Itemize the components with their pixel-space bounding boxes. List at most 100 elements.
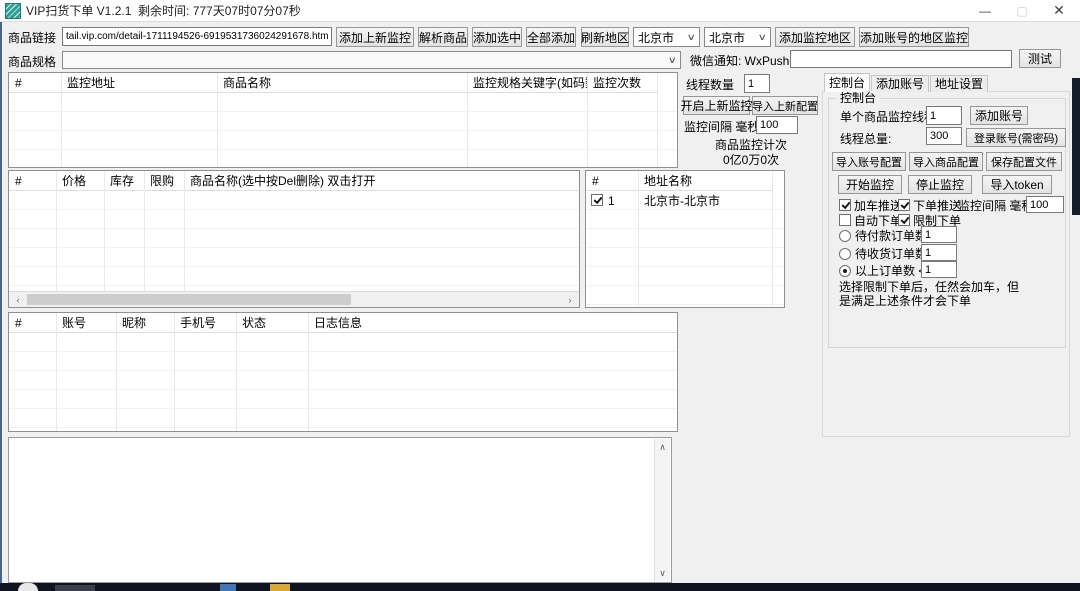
order-push-label[interactable]: 下单推送 (913, 199, 961, 213)
monitor-col-url[interactable]: 监控地址 (61, 73, 217, 93)
v-scrollbar[interactable]: ∧ ∨ (654, 439, 670, 581)
cart-push-label[interactable]: 加车推送 (854, 199, 902, 213)
chevron-down-icon: ∨ (668, 55, 677, 66)
add-selected-button[interactable]: 添加选中 (472, 27, 522, 47)
test-button[interactable]: 测试 (1019, 49, 1061, 68)
close-button[interactable]: ✕ (1042, 0, 1076, 21)
pending-receive-input[interactable] (921, 244, 957, 261)
auto-order-label[interactable]: 自动下单 (854, 214, 902, 228)
account-col-log[interactable]: 日志信息 (308, 313, 677, 333)
above-orders-radio[interactable] (839, 265, 851, 277)
add-new-monitor-button[interactable]: 添加上新监控 (336, 27, 414, 47)
thread-total-input[interactable] (926, 127, 962, 145)
account-col-nickname[interactable]: 昵称 (116, 313, 174, 333)
parse-product-button[interactable]: 解析商品 (418, 27, 468, 47)
account-col-status[interactable]: 状态 (236, 313, 308, 333)
wechat-token-input[interactable] (790, 50, 1012, 68)
product-col-name[interactable]: 商品名称(选中按Del删除) 双击打开 (184, 171, 579, 191)
pending-receive-radio[interactable] (839, 248, 851, 260)
tab-address-settings[interactable]: 地址设置 (930, 75, 988, 92)
product-monitor-counter-title: 商品监控计次 (683, 138, 819, 152)
monitor-interval-input[interactable] (756, 116, 798, 134)
stop-monitor-button[interactable]: 停止监控 (908, 175, 972, 194)
add-monitor-region-button[interactable]: 添加监控地区 (775, 27, 855, 47)
app-window: VIP扫货下单 V1.2.1 剩余时间: 777天07时07分07秒 — ▢ ✕… (0, 0, 1080, 591)
address-col-name[interactable]: 地址名称 (638, 171, 772, 191)
product-link-label: 商品链接 (8, 31, 56, 45)
address-table: # 地址名称 1 北京市-北京市 (585, 170, 785, 308)
product-col-index[interactable]: # (9, 171, 56, 191)
tab-add-account[interactable]: 添加账号 (871, 75, 929, 92)
monitor-col-name[interactable]: 商品名称 (217, 73, 467, 93)
pending-pay-radio[interactable] (839, 230, 851, 242)
import-newitem-config-button[interactable]: 导入上新配置 (752, 96, 818, 115)
account-col-phone[interactable]: 手机号 (174, 313, 236, 333)
refresh-region-button[interactable]: 刷新地区 (581, 27, 629, 47)
address-col-index[interactable]: # (586, 171, 638, 191)
panel-interval-label: 监控间隔 毫秒 (958, 199, 1033, 213)
tab-console[interactable]: 控制台 (824, 73, 870, 92)
h-scrollbar[interactable]: ‹ › (9, 291, 579, 307)
product-spec-select[interactable]: ∨ (62, 51, 681, 69)
product-col-limit[interactable]: 限购 (144, 171, 184, 191)
login-account-button[interactable]: 登录账号(需密码) (966, 128, 1066, 147)
thread-count-input[interactable] (744, 74, 770, 93)
taskbar-icon[interactable] (18, 583, 38, 591)
import-product-config-button[interactable]: 导入商品配置 (909, 152, 983, 171)
thread-count-label: 线程数量 (686, 78, 734, 92)
monitor-col-count[interactable]: 监控次数 (587, 73, 657, 93)
start-monitor-button[interactable]: 开始监控 (838, 175, 902, 194)
taskbar[interactable] (0, 583, 1080, 591)
address-table-row[interactable]: 1 北京市-北京市 (586, 191, 784, 210)
console-group-title: 控制台 (836, 91, 880, 105)
monitor-interval-label: 监控间隔 毫秒 (684, 120, 759, 134)
chevron-down-icon: ∨ (687, 32, 696, 43)
above-orders-input[interactable] (921, 261, 957, 278)
import-account-config-button[interactable]: 导入账号配置 (832, 152, 906, 171)
scroll-left-icon[interactable]: ‹ (11, 293, 25, 306)
window-title: VIP扫货下单 V1.2.1 剩余时间: 777天07时07分07秒 (26, 0, 301, 22)
h-scrollbar-thumb[interactable] (27, 294, 351, 305)
product-link-input[interactable] (62, 27, 332, 46)
taskbar-icon[interactable] (55, 585, 95, 591)
log-output[interactable]: ∧ ∨ (8, 437, 672, 583)
pending-pay-input[interactable] (921, 226, 957, 243)
order-push-checkbox[interactable] (898, 199, 910, 211)
region-select-2[interactable]: 北京市 ∨ (704, 27, 771, 47)
product-col-stock[interactable]: 库存 (104, 171, 144, 191)
taskbar-icon[interactable] (220, 584, 236, 591)
monitor-col-keyword[interactable]: 监控规格关键字(如码数) (467, 73, 587, 93)
limit-order-checkbox[interactable] (898, 214, 910, 226)
auto-order-checkbox[interactable] (839, 214, 851, 226)
import-token-button[interactable]: 导入token (982, 175, 1052, 194)
save-config-file-button[interactable]: 保存配置文件 (986, 152, 1062, 171)
above-orders-label[interactable]: 以上订单数 < (855, 264, 925, 278)
monitor-col-index[interactable]: # (9, 73, 61, 93)
add-account-button[interactable]: 添加账号 (970, 106, 1028, 125)
app-icon (5, 3, 21, 19)
region-select-1[interactable]: 北京市 ∨ (633, 27, 700, 47)
scroll-down-icon[interactable]: ∨ (656, 567, 669, 579)
product-table: # 价格 库存 限购 商品名称(选中按Del删除) 双击打开 ‹ › (8, 170, 580, 308)
product-monitor-counter-value: 0亿0万0次 (683, 153, 819, 167)
account-table-body (9, 333, 677, 431)
panel-interval-input[interactable] (1026, 196, 1064, 213)
single-thread-input[interactable] (926, 106, 962, 125)
product-col-price[interactable]: 价格 (56, 171, 104, 191)
scroll-up-icon[interactable]: ∧ (656, 441, 669, 453)
account-col-index[interactable]: # (9, 313, 56, 333)
add-all-button[interactable]: 全部添加 (526, 27, 576, 47)
thread-total-label: 线程总量: (840, 132, 891, 146)
start-newitem-monitor-button[interactable]: 开启上新监控 (683, 96, 750, 115)
address-row-name: 北京市-北京市 (644, 194, 720, 208)
region-select-1-value: 北京市 (638, 29, 674, 46)
address-row-checkbox[interactable] (591, 194, 603, 206)
add-account-region-monitor-button[interactable]: 添加账号的地区监控 (859, 27, 969, 47)
minimize-button[interactable]: — (968, 0, 1002, 21)
wechat-notify-label: 微信通知: WxPusher (690, 54, 800, 68)
scroll-right-icon[interactable]: › (563, 293, 577, 306)
maximize-button: ▢ (1005, 0, 1039, 21)
taskbar-icon[interactable] (270, 584, 290, 591)
account-col-account[interactable]: 账号 (56, 313, 116, 333)
cart-push-checkbox[interactable] (839, 199, 851, 211)
